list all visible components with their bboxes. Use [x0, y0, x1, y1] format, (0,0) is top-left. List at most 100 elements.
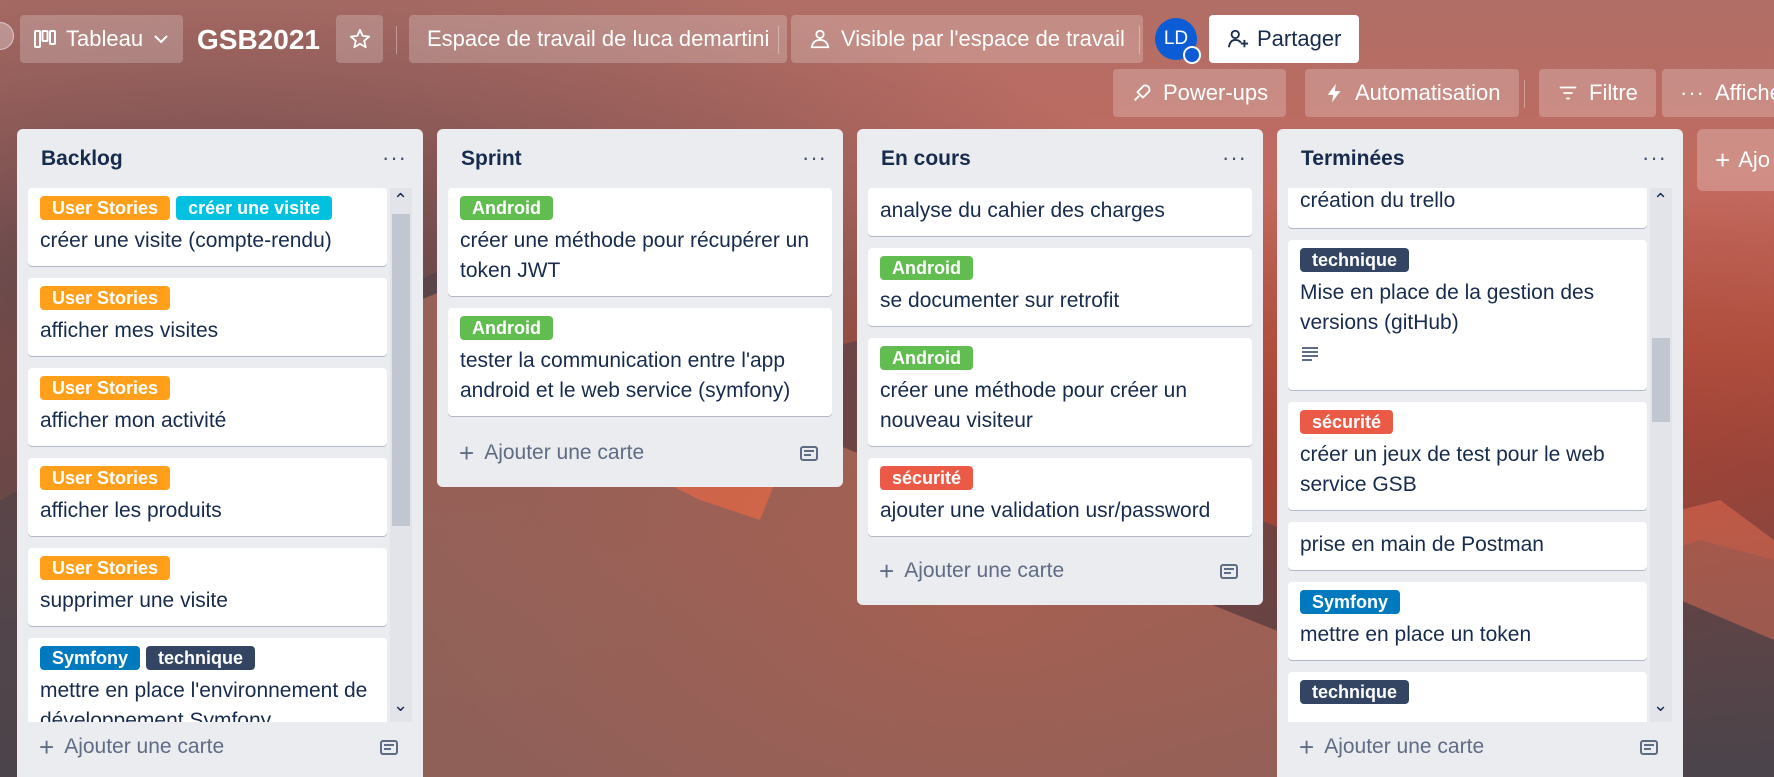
list-header[interactable]: En cours ···: [857, 129, 1263, 191]
scroll-down-icon[interactable]: ⌄: [393, 695, 408, 716]
card-label[interactable]: technique: [146, 646, 256, 670]
list-sprint: Sprint ··· Android créer une méthode pou…: [437, 129, 843, 487]
card-template-icon[interactable]: [379, 737, 399, 757]
scrollbar-thumb[interactable]: [392, 214, 410, 526]
add-list-button[interactable]: + Ajo: [1697, 129, 1774, 191]
list-title[interactable]: Terminées: [1301, 147, 1405, 171]
card-list: analyse du cahier des charges Android se…: [868, 188, 1252, 548]
plus-icon: +: [459, 437, 475, 468]
powerups-button[interactable]: Power-ups: [1113, 69, 1287, 117]
show-menu-button[interactable]: ··· Afficher: [1662, 69, 1774, 117]
card-title: créer une méthode pour créer un nouveau …: [880, 379, 1188, 432]
card-label[interactable]: Android: [880, 256, 973, 280]
card-label[interactable]: technique: [1300, 680, 1410, 704]
card[interactable]: User Stories créer une visite créer une …: [28, 188, 387, 266]
back-button[interactable]: [0, 22, 14, 50]
list-scrollbar[interactable]: ⌃ ⌄: [1650, 188, 1672, 722]
card-labels: Symfony technique: [40, 646, 375, 672]
view-switcher-button[interactable]: Tableau: [20, 15, 184, 63]
card[interactable]: User Stories supprimer une visite: [28, 548, 387, 626]
card-title: ajouter une validation usr/password: [880, 499, 1211, 522]
card[interactable]: Android créer une méthode pour récupérer…: [448, 188, 832, 296]
add-card-button[interactable]: + Ajouter une carte: [869, 549, 1251, 593]
card[interactable]: User Stories afficher mon activité: [28, 368, 387, 446]
automation-button[interactable]: Automatisation: [1305, 69, 1519, 117]
card[interactable]: Android tester la communication entre l'…: [448, 308, 832, 416]
card-template-icon[interactable]: [1219, 561, 1239, 581]
plus-icon: +: [1299, 731, 1315, 762]
add-card-button[interactable]: + Ajouter une carte: [1289, 725, 1671, 769]
card-label[interactable]: User Stories: [40, 556, 171, 580]
list-menu-icon[interactable]: ···: [1222, 145, 1247, 171]
list-menu-icon[interactable]: ···: [382, 145, 407, 171]
more-icon: ···: [1680, 80, 1705, 105]
card-label[interactable]: sécurité: [1300, 410, 1394, 434]
card[interactable]: Symfony mettre en place un token: [1288, 582, 1647, 660]
list-in-progress: En cours ··· analyse du cahier des charg…: [857, 129, 1263, 605]
header-divider: [1139, 26, 1140, 54]
share-label: Partager: [1257, 26, 1342, 51]
workspace-label: Espace de travail de luca demartini: [427, 26, 770, 51]
card[interactable]: technique: [1288, 672, 1647, 722]
card-labels: sécurité: [880, 466, 1240, 492]
card-label[interactable]: Android: [460, 316, 553, 340]
board-title[interactable]: GSB2021: [197, 20, 320, 60]
card-label[interactable]: User Stories: [40, 286, 171, 310]
list-title[interactable]: Backlog: [41, 147, 123, 171]
card-label[interactable]: Android: [460, 196, 553, 220]
star-button[interactable]: [336, 15, 383, 63]
list-menu-icon[interactable]: ···: [1642, 145, 1667, 171]
workspace-visibility-icon: [810, 29, 830, 49]
card[interactable]: User Stories afficher mes visites: [28, 278, 387, 356]
card-template-icon[interactable]: [799, 443, 819, 463]
card-label[interactable]: Android: [880, 346, 973, 370]
card-title: création du trello: [1300, 189, 1456, 212]
card-label[interactable]: technique: [1300, 248, 1410, 272]
card[interactable]: Symfony technique mettre en place l'envi…: [28, 638, 387, 722]
card-label[interactable]: Symfony: [1300, 590, 1401, 614]
list-header[interactable]: Terminées ···: [1277, 129, 1683, 191]
add-user-icon: [1227, 29, 1249, 48]
scroll-up-icon[interactable]: ⌃: [1653, 190, 1668, 211]
scroll-down-icon[interactable]: ⌄: [1653, 695, 1668, 716]
filter-label: Filtre: [1589, 80, 1638, 105]
card[interactable]: Android créer une méthode pour créer un …: [868, 338, 1252, 446]
plus-icon: +: [39, 731, 55, 762]
card-labels: User Stories: [40, 286, 375, 312]
card[interactable]: Android se documenter sur retrofit: [868, 248, 1252, 326]
card[interactable]: technique Mise en place de la gestion de…: [1288, 240, 1647, 390]
scrollbar-thumb[interactable]: [1652, 338, 1670, 422]
card[interactable]: sécurité créer un jeux de test pour le w…: [1288, 402, 1647, 510]
avatar[interactable]: LD: [1155, 18, 1201, 64]
list-menu-icon[interactable]: ···: [802, 145, 827, 171]
list-header[interactable]: Backlog ···: [17, 129, 423, 191]
scroll-up-icon[interactable]: ⌃: [393, 190, 408, 211]
list-header[interactable]: Sprint ···: [437, 129, 843, 191]
share-button[interactable]: Partager: [1209, 15, 1360, 63]
card-title: afficher mon activité: [40, 409, 227, 432]
list-title[interactable]: En cours: [881, 147, 971, 171]
add-card-button[interactable]: + Ajouter une carte: [29, 725, 411, 769]
card-label[interactable]: créer une visite: [176, 196, 333, 220]
card-label[interactable]: User Stories: [40, 466, 171, 490]
visibility-button[interactable]: Visible par l'espace de travail: [791, 15, 1143, 63]
card-label[interactable]: User Stories: [40, 376, 171, 400]
card-template-icon[interactable]: [1639, 737, 1659, 757]
card-label[interactable]: User Stories: [40, 196, 171, 220]
list-title[interactable]: Sprint: [461, 147, 522, 171]
board-view-icon: [34, 30, 56, 48]
card[interactable]: analyse du cahier des charges: [868, 188, 1252, 236]
list-scrollbar[interactable]: ⌃ ⌄: [390, 188, 412, 722]
card-label[interactable]: sécurité: [880, 466, 974, 490]
card[interactable]: prise en main de Postman: [1288, 522, 1647, 570]
add-card-button[interactable]: + Ajouter une carte: [449, 431, 831, 475]
list-backlog: Backlog ··· User Stories créer une visit…: [17, 129, 423, 777]
card-labels: technique: [1300, 680, 1635, 706]
admin-badge-icon: [1183, 46, 1201, 64]
card[interactable]: sécurité ajouter une validation usr/pass…: [868, 458, 1252, 536]
workspace-button[interactable]: Espace de travail de luca demartini: [409, 15, 788, 63]
card[interactable]: création du trello: [1288, 188, 1647, 228]
filter-button[interactable]: Filtre: [1539, 69, 1656, 117]
card[interactable]: User Stories afficher les produits: [28, 458, 387, 536]
card-label[interactable]: Symfony: [40, 646, 141, 670]
